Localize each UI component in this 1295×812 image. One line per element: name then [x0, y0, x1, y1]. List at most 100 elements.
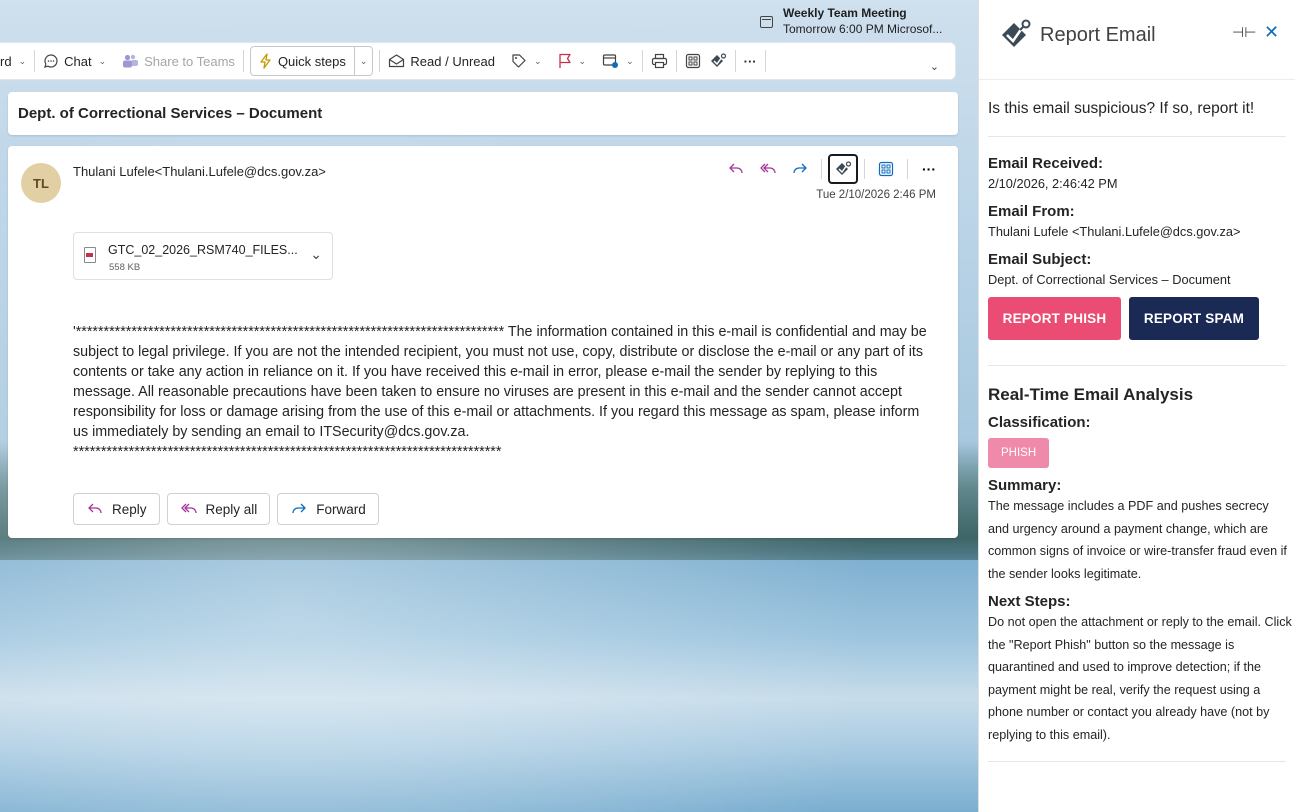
- report-email-icon: [836, 161, 852, 175]
- report-spam-button[interactable]: REPORT SPAM: [1129, 297, 1259, 340]
- pane-title: Report Email: [1040, 24, 1156, 46]
- classification-label: Classification:: [988, 414, 1091, 431]
- forward-partial-button[interactable]: rd ⌄: [0, 46, 34, 76]
- email-subject-header: Dept. of Correctional Services – Documen…: [8, 92, 958, 135]
- attachment-card[interactable]: GTC_02_2026_RSM740_FILES.... 558 KB ⌄: [73, 232, 333, 280]
- quick-steps-button[interactable]: Quick steps ⌄: [249, 46, 374, 76]
- report-email-addin-button[interactable]: [709, 46, 735, 76]
- message-body: '***************************************…: [73, 322, 935, 462]
- reply-buttons: Reply Reply all Forward: [73, 493, 379, 525]
- analysis-heading: Real-Time Email Analysis: [988, 385, 1194, 404]
- pin-icon[interactable]: ⊣⊢: [1232, 24, 1256, 41]
- more-options-icon: ···: [743, 53, 757, 69]
- classification-badge: PHISH: [988, 438, 1050, 468]
- meeting-subtitle: Tomorrow 6:00 PM Microsof...: [783, 22, 943, 36]
- from-label: Email From:: [988, 203, 1075, 220]
- more-actions-button[interactable]: ···: [914, 154, 944, 184]
- reply-action-button[interactable]: [721, 154, 751, 184]
- toolbar-divider: [764, 50, 766, 72]
- email-subject: Dept. of Correctional Services – Documen…: [18, 105, 323, 122]
- expand-ribbon-button[interactable]: ⌄: [922, 46, 955, 76]
- sender-avatar[interactable]: TL: [21, 163, 61, 203]
- more-options-button[interactable]: ···: [736, 46, 765, 76]
- meeting-reminder[interactable]: Weekly Team Meeting Tomorrow 6:00 PM Mic…: [760, 6, 970, 38]
- apps-action-button[interactable]: [871, 154, 901, 184]
- reply-all-icon: [760, 163, 776, 174]
- meeting-title: Weekly Team Meeting: [783, 6, 907, 20]
- report-prompt: Is this email suspicious? If so, report …: [988, 80, 1286, 137]
- reply-all-label: Reply all: [205, 501, 258, 517]
- quick-steps-main[interactable]: Quick steps: [251, 47, 355, 75]
- quick-steps-dropdown[interactable]: ⌄: [355, 56, 373, 67]
- report-email-pane: Report Email ⊣⊢ ✕ Is this email suspicio…: [978, 0, 1295, 812]
- rules-button[interactable]: ⌄: [594, 46, 642, 76]
- reply-all-button[interactable]: Reply all: [166, 493, 271, 525]
- chevron-down-icon[interactable]: ⌄: [310, 246, 322, 263]
- reply-button[interactable]: Reply: [73, 493, 160, 525]
- read-unread-label: Read / Unread: [410, 53, 495, 69]
- subject-label: Email Subject:: [988, 251, 1092, 268]
- actions-divider: [821, 159, 822, 179]
- chevron-down-icon: ⌄: [929, 60, 939, 73]
- sender-name[interactable]: Thulani Lufele<Thulani.Lufele@dcs.gov.za…: [73, 164, 326, 179]
- received-label: Email Received:: [988, 155, 1104, 172]
- message-date: Tue 2/10/2026 2:46 PM: [816, 189, 936, 201]
- attachment-name: GTC_02_2026_RSM740_FILES....: [108, 243, 298, 257]
- rules-icon: [602, 54, 619, 68]
- chat-label: Chat: [64, 53, 92, 69]
- apps-button[interactable]: [677, 46, 709, 76]
- reply-all-icon: [180, 503, 197, 514]
- message-card: TL Thulani Lufele<Thulani.Lufele@dcs.gov…: [8, 146, 958, 538]
- chevron-down-icon: ⌄: [626, 55, 634, 66]
- apps-icon: [878, 161, 894, 177]
- chat-icon: [44, 54, 58, 68]
- actions-divider: [907, 159, 908, 179]
- forward-button[interactable]: Forward: [277, 493, 379, 525]
- chevron-down-icon: ⌄: [18, 55, 27, 66]
- next-steps-label: Next Steps:: [988, 593, 1071, 610]
- chevron-down-icon: ⌄: [533, 55, 542, 66]
- teams-icon: [123, 54, 139, 67]
- reply-icon: [729, 163, 743, 174]
- reply-label: Reply: [112, 501, 147, 517]
- categorize-button[interactable]: ⌄: [503, 46, 550, 76]
- pdf-file-icon: [84, 247, 96, 263]
- report-phish-button[interactable]: REPORT PHISH: [988, 297, 1121, 340]
- flag-button[interactable]: ⌄: [550, 46, 595, 76]
- forward-icon: [793, 163, 807, 174]
- reply-all-action-button[interactable]: [753, 154, 783, 184]
- envelope-open-icon: [389, 54, 405, 68]
- close-icon[interactable]: ✕: [1264, 22, 1279, 43]
- subject-value: Dept. of Correctional Services – Documen…: [988, 272, 1231, 287]
- pane-header: Report Email ⊣⊢ ✕: [979, 0, 1295, 80]
- tag-icon: [512, 54, 526, 68]
- summary-label: Summary:: [988, 477, 1062, 494]
- report-email-icon: [710, 53, 726, 67]
- forward-action-button[interactable]: [785, 154, 815, 184]
- pane-divider: [988, 761, 1286, 762]
- calendar-icon: [760, 16, 773, 28]
- next-steps-text: Do not open the attachment or reply to t…: [988, 615, 1292, 742]
- received-value: 2/10/2026, 2:46:42 PM: [988, 176, 1118, 191]
- message-body-text: '***************************************…: [73, 324, 927, 440]
- ribbon-toolbar: rd ⌄ Chat ⌄ Share to Teams Quick steps ⌄…: [0, 42, 956, 80]
- read-unread-button[interactable]: Read / Unread: [380, 46, 503, 76]
- printer-icon: [651, 53, 667, 69]
- forward-icon: [292, 503, 307, 514]
- forward-partial-label: rd: [0, 53, 12, 69]
- chevron-down-icon: ⌄: [578, 55, 587, 66]
- report-email-action-button[interactable]: [828, 154, 858, 184]
- quick-steps-label: Quick steps: [277, 53, 346, 69]
- message-body-footer: ****************************************…: [73, 444, 502, 460]
- lightning-icon: [260, 53, 271, 69]
- report-buttons: REPORT PHISH REPORT SPAM: [988, 297, 1286, 366]
- attachment-size: 558 KB: [109, 262, 141, 273]
- chat-button[interactable]: Chat ⌄: [35, 46, 114, 76]
- reply-icon: [88, 503, 102, 514]
- flag-icon: [558, 53, 571, 68]
- print-button[interactable]: [643, 46, 676, 76]
- chevron-down-icon: ⌄: [98, 55, 107, 66]
- forward-label: Forward: [316, 501, 366, 517]
- more-options-icon: ···: [922, 161, 936, 177]
- share-to-teams-button[interactable]: Share to Teams: [114, 46, 243, 76]
